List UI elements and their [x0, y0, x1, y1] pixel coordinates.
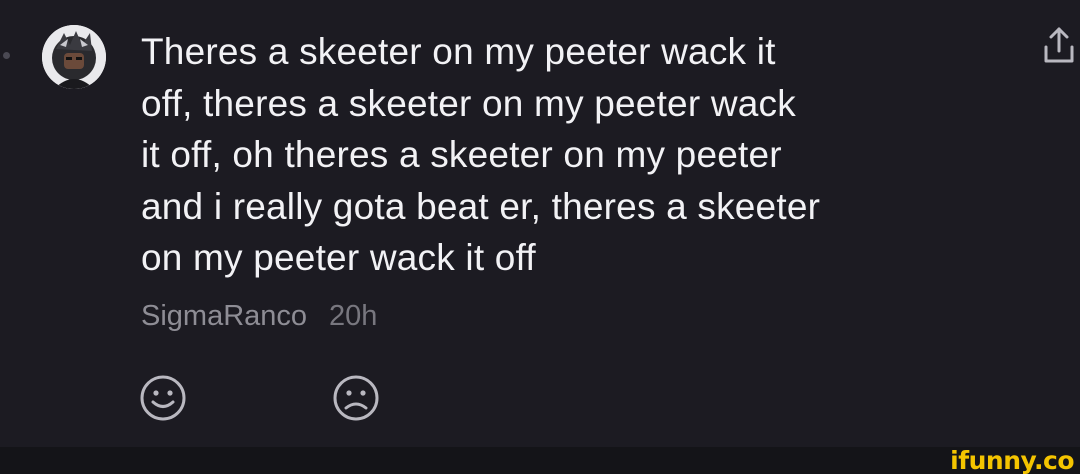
avatar-image	[42, 25, 106, 89]
thread-bullet-dot	[3, 52, 10, 59]
comment-body: Theres a skeeter on my peeter wack it of…	[141, 26, 1001, 284]
comment-line: off, theres a skeeter on my peeter wack	[141, 82, 796, 124]
comment-meta: SigmaRanco 20h	[141, 300, 377, 333]
comment-timestamp: 20h	[329, 300, 378, 332]
smile-icon	[140, 375, 186, 421]
frown-icon	[333, 375, 379, 421]
ifunny-watermark-logo: ifunny.co	[950, 446, 1074, 474]
like-button[interactable]	[138, 373, 188, 423]
comment-line: on my peeter wack it off	[141, 237, 536, 278]
author-name[interactable]: SigmaRanco	[141, 300, 307, 332]
bottom-bar	[0, 447, 1080, 474]
comment-line: Theres a skeeter on my peeter wack it	[141, 31, 776, 72]
share-button[interactable]	[1040, 25, 1078, 67]
share-icon	[1044, 27, 1074, 63]
avatar[interactable]	[42, 25, 106, 89]
comment-line: it off, oh theres a skeeter on my peeter	[141, 134, 782, 175]
dislike-button[interactable]	[331, 373, 381, 423]
comment-line: and i really gota beat er, theres a skee…	[141, 185, 821, 227]
